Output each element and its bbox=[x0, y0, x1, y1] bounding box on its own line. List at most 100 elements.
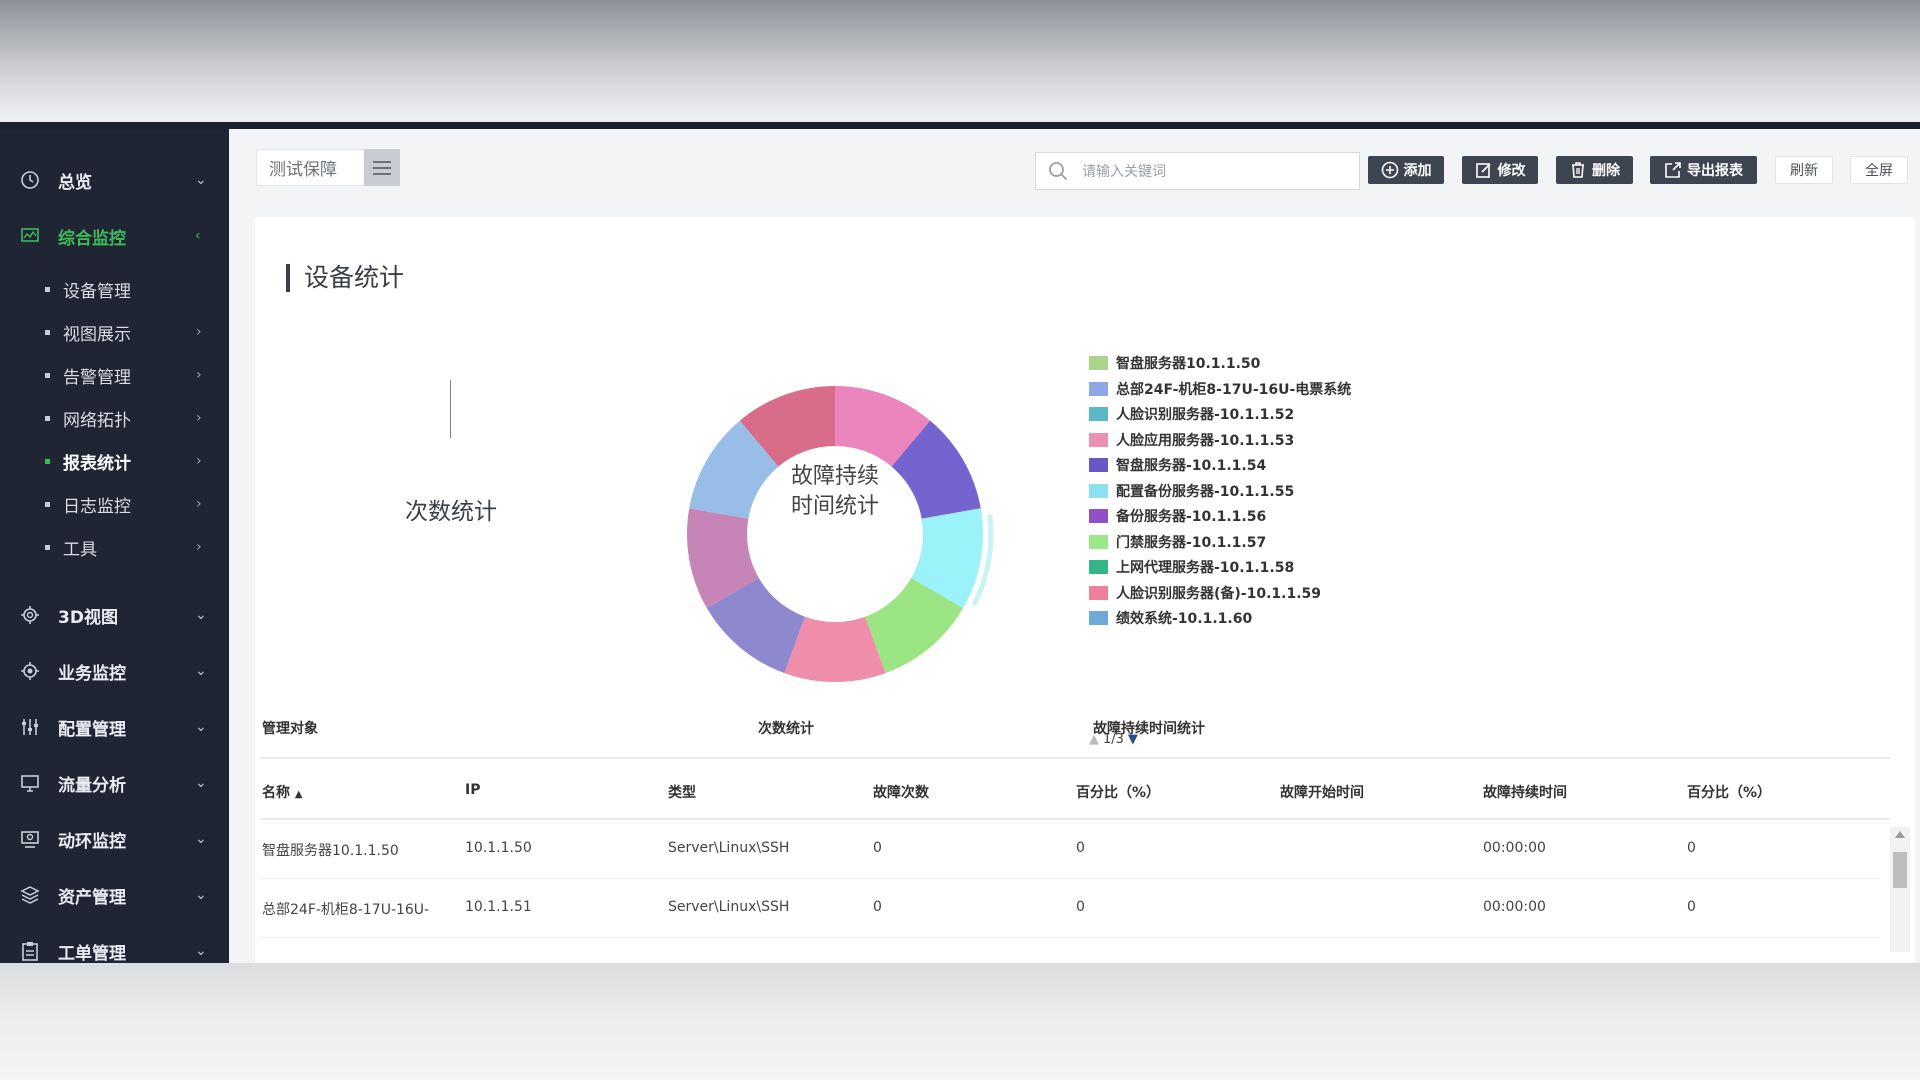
legend-swatch bbox=[1089, 534, 1108, 549]
app-screen: 总览 ⌄ 综合监控 ‹ 设备管理 视图展示 › 告警管理 › 网络拓扑 › 报表… bbox=[0, 122, 1920, 963]
scroll-up-icon[interactable] bbox=[1895, 831, 1905, 838]
table-row[interactable]: 总部24F-机柜8-17U-16U- 10.1.1.51 Server\Linu… bbox=[260, 879, 1880, 938]
subnav-label: 工具 bbox=[63, 539, 97, 560]
current-tag[interactable]: 测试保障 bbox=[256, 149, 366, 186]
subnav-item-report-statistics[interactable]: 报表统计 › bbox=[0, 441, 229, 481]
legend-item[interactable]: 绩效系统-10.1.1.60 bbox=[1089, 607, 1252, 629]
legend-item[interactable]: 人脸识别服务器(备)-10.1.1.59 bbox=[1089, 582, 1321, 604]
delete-button[interactable]: 删除 bbox=[1556, 156, 1633, 184]
fault-duration-donut-chart[interactable] bbox=[675, 374, 995, 694]
chevron-down-icon: ⌄ bbox=[195, 719, 207, 735]
cell-ip: 10.1.1.50 bbox=[465, 840, 532, 856]
legend-item[interactable]: 上网代理服务器-10.1.1.58 bbox=[1089, 556, 1294, 578]
nav-item-config-management[interactable]: 配置管理 ⌄ bbox=[0, 702, 229, 752]
cell-count-percent: 0 bbox=[1076, 840, 1085, 856]
legend-swatch bbox=[1089, 585, 1108, 600]
donut-center-title: 故障持续 时间统计 bbox=[765, 462, 905, 522]
table-row[interactable]: 智盘服务器10.1.1.50 10.1.1.50 Server\Linux\SS… bbox=[260, 820, 1880, 879]
edit-icon bbox=[1475, 163, 1491, 178]
nav-item-business-monitoring[interactable]: 业务监控 ⌄ bbox=[0, 646, 229, 696]
fullscreen-button[interactable]: 全屏 bbox=[1850, 156, 1908, 184]
legend-item[interactable]: 配置备份服务器-10.1.1.55 bbox=[1089, 480, 1294, 502]
column-header-type[interactable]: 类型 bbox=[668, 782, 696, 802]
column-header-label: 名称 bbox=[262, 785, 290, 801]
add-button[interactable]: 添加 bbox=[1368, 156, 1444, 184]
legend-label: 绩效系统-10.1.1.60 bbox=[1116, 611, 1253, 627]
column-header-fault-duration[interactable]: 故障持续时间 bbox=[1483, 782, 1567, 802]
donut-center-line2: 时间统计 bbox=[790, 494, 879, 519]
legend-label: 备份服务器-10.1.1.56 bbox=[1116, 509, 1267, 525]
legend-item[interactable]: 智盘服务器-10.1.1.54 bbox=[1089, 454, 1266, 476]
search-icon[interactable] bbox=[1048, 161, 1068, 181]
column-header-count-percent[interactable]: 百分比（%） bbox=[1076, 782, 1160, 802]
legend-label: 人脸应用服务器-10.1.1.53 bbox=[1116, 432, 1295, 449]
legend-label: 人脸识别服务器(备)-10.1.1.59 bbox=[1116, 585, 1322, 602]
cell-fault-duration: 00:00:00 bbox=[1483, 899, 1546, 915]
legend-item[interactable]: 人脸应用服务器-10.1.1.53 bbox=[1089, 429, 1294, 451]
nav-item-ticket-management[interactable]: 工单管理 ⌄ bbox=[0, 926, 229, 963]
legend-label: 配置备份服务器-10.1.1.55 bbox=[1116, 483, 1295, 500]
hamburger-icon bbox=[373, 160, 391, 175]
export-report-button[interactable]: 导出报表 bbox=[1650, 156, 1757, 184]
sort-asc-icon: ▲ bbox=[294, 789, 303, 800]
chevron-down-icon: ⌄ bbox=[195, 831, 207, 847]
legend-item[interactable]: 门禁服务器-10.1.1.57 bbox=[1089, 531, 1266, 553]
group-header-count-statistics: 次数统计 bbox=[758, 721, 814, 737]
chevron-right-icon: › bbox=[196, 539, 202, 555]
nav-item-overview[interactable]: 总览 ⌄ bbox=[0, 155, 229, 205]
legend-label: 人脸识别服务器-10.1.1.52 bbox=[1116, 407, 1295, 423]
nav-label: 业务监控 bbox=[58, 663, 126, 684]
legend-item[interactable]: 总部24F-机柜8-17U-16U-电票系统 bbox=[1089, 378, 1351, 400]
nav-item-env-monitoring[interactable]: 动环监控 ⌄ bbox=[0, 814, 229, 864]
legend-item[interactable]: 智盘服务器10.1.1.50 bbox=[1089, 352, 1260, 374]
nav-label: 配置管理 bbox=[58, 719, 126, 740]
legend-label: 上网代理服务器-10.1.1.58 bbox=[1116, 560, 1295, 576]
plus-circle-icon bbox=[1381, 161, 1398, 179]
monitor-env-icon bbox=[21, 831, 39, 848]
subnav-item-view-display[interactable]: 视图展示 › bbox=[0, 312, 229, 352]
search-input[interactable] bbox=[1080, 153, 1354, 191]
table-scrollbar[interactable] bbox=[1890, 827, 1910, 952]
subnav-label: 报表统计 bbox=[63, 453, 131, 474]
column-header-name[interactable]: 名称 ▲ bbox=[262, 782, 303, 802]
subnav-item-alarm-management[interactable]: 告警管理 › bbox=[0, 355, 229, 395]
fullscreen-button-label: 全屏 bbox=[1865, 163, 1893, 179]
column-header-ip[interactable]: IP bbox=[465, 782, 480, 798]
legend-item[interactable]: 备份服务器-10.1.1.56 bbox=[1089, 505, 1266, 527]
subnav-item-network-topology[interactable]: 网络拓扑 › bbox=[0, 398, 229, 438]
bullet-icon bbox=[45, 544, 50, 550]
export-button-label: 导出报表 bbox=[1687, 163, 1743, 179]
menu-toggle-button[interactable] bbox=[364, 149, 400, 186]
edit-button[interactable]: 修改 bbox=[1462, 156, 1538, 184]
backdrop-bottom bbox=[0, 956, 1920, 1080]
sliders-icon bbox=[22, 719, 38, 735]
trash-icon bbox=[1572, 162, 1584, 178]
column-header-fault-start-time[interactable]: 故障开始时间 bbox=[1280, 782, 1364, 802]
subnav-item-tools[interactable]: 工具 › bbox=[0, 527, 229, 567]
nav-item-traffic-analysis[interactable]: 流量分析 ⌄ bbox=[0, 758, 229, 808]
legend-label: 智盘服务器10.1.1.50 bbox=[1116, 356, 1261, 372]
subnav-item-log-monitoring[interactable]: 日志监控 › bbox=[0, 484, 229, 524]
cell-type: Server\Linux\SSH bbox=[668, 899, 790, 915]
scroll-thumb[interactable] bbox=[1893, 852, 1907, 888]
subnav-label: 日志监控 bbox=[63, 496, 131, 517]
toolbar: 测试保障 添加 修改 删除 导出报表 刷新 全屏 bbox=[229, 129, 1920, 209]
subnav-item-device-management[interactable]: 设备管理 bbox=[0, 269, 229, 309]
legend-label: 总部24F-机柜8-17U-16U-电票系统 bbox=[1116, 381, 1352, 398]
legend-label: 门禁服务器-10.1.1.57 bbox=[1116, 534, 1267, 551]
column-header-fault-count[interactable]: 故障次数 bbox=[873, 782, 929, 802]
monitor-icon bbox=[21, 775, 39, 792]
refresh-button[interactable]: 刷新 bbox=[1775, 156, 1833, 184]
subnav-label: 网络拓扑 bbox=[63, 410, 131, 431]
legend-item[interactable]: 人脸识别服务器-10.1.1.52 bbox=[1089, 403, 1294, 425]
nav-label: 3D视图 bbox=[58, 607, 118, 628]
cell-name: 智盘服务器10.1.1.50 bbox=[262, 843, 399, 859]
nav-label: 总览 bbox=[58, 172, 92, 193]
legend-swatch bbox=[1089, 509, 1108, 523]
cell-name: 总部24F-机柜8-17U-16U- bbox=[262, 902, 430, 918]
nav-item-monitoring[interactable]: 综合监控 ‹ bbox=[0, 211, 229, 261]
layers-icon bbox=[20, 886, 40, 904]
nav-item-3d-view[interactable]: 3D视图 ⌄ bbox=[0, 590, 229, 640]
nav-item-asset-management[interactable]: 资产管理 ⌄ bbox=[0, 870, 229, 920]
column-header-duration-percent[interactable]: 百分比（%） bbox=[1687, 782, 1771, 802]
